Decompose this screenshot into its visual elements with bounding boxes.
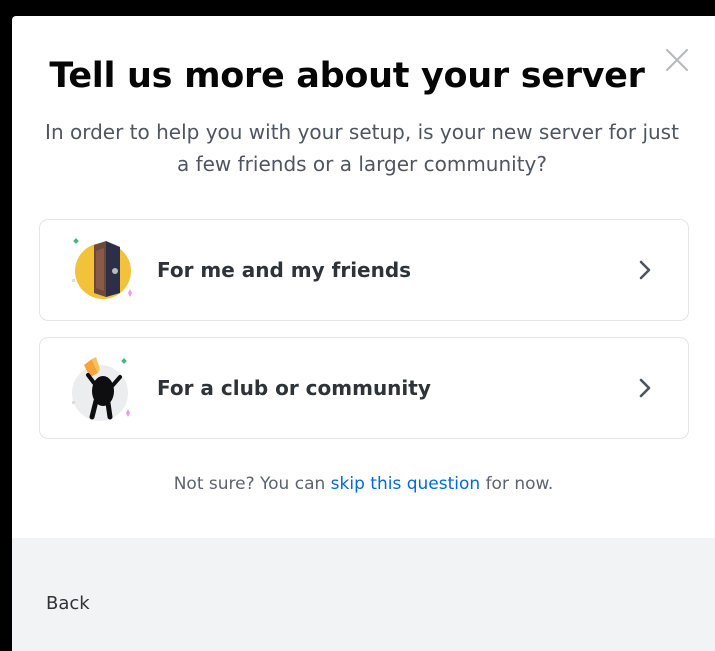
modal: Tell us more about your server In order … xyxy=(12,16,715,651)
option-label: For me and my friends xyxy=(157,258,412,282)
footnote-prefix: Not sure? You can xyxy=(173,474,331,494)
modal-subtitle: In order to help you with your setup, is… xyxy=(45,120,679,176)
footnote-suffix: for now. xyxy=(480,474,554,494)
option-label: For a club or community xyxy=(157,376,431,400)
modal-title: Tell us more about your server xyxy=(49,56,645,96)
chevron-right-icon xyxy=(639,260,651,280)
community-illustration xyxy=(72,357,130,421)
back-button[interactable]: Back xyxy=(46,593,90,614)
option-community[interactable]: For a club or community xyxy=(39,337,689,439)
skip-question-link[interactable]: skip this question xyxy=(331,474,481,494)
door-illustration xyxy=(72,238,132,299)
skip-footnote: Not sure? You can skip this question for… xyxy=(12,474,715,494)
chevron-right-icon xyxy=(639,378,651,398)
modal-footer: Back xyxy=(12,538,715,651)
option-friends[interactable]: For me and my friends xyxy=(39,219,689,321)
